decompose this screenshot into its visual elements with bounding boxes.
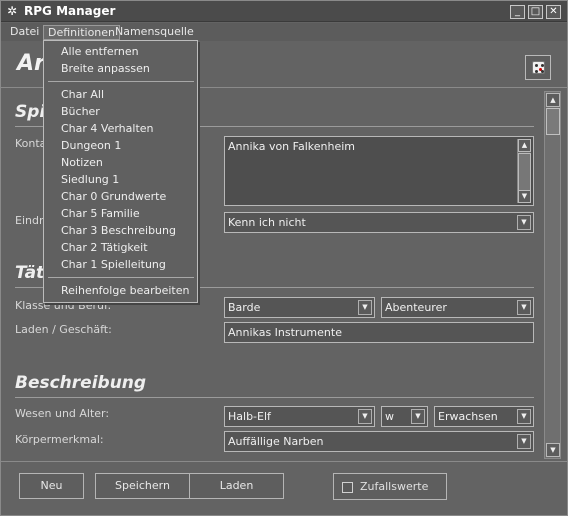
feature-label: Körpermerkmal: bbox=[15, 433, 104, 446]
feature-select[interactable]: Auffällige Narben ▼ bbox=[224, 431, 534, 452]
impression-value: Kenn ich nicht bbox=[228, 216, 306, 229]
menu-bar: Datei Definitionen Namensquelle bbox=[1, 23, 567, 41]
menu-namensquelle[interactable]: Namensquelle bbox=[111, 25, 198, 40]
maximize-button[interactable]: □ bbox=[528, 5, 543, 19]
contact-label: Konta bbox=[15, 137, 47, 150]
gender-select[interactable]: w ▼ bbox=[381, 406, 428, 427]
app-window: ✲ RPG Manager _ □ ✕ Datei Definitionen N… bbox=[0, 0, 568, 516]
section-rule bbox=[15, 397, 534, 398]
contact-textarea[interactable]: Annika von Falkenheim ▲ ▼ bbox=[224, 136, 534, 206]
menu-item-buecher[interactable]: Bücher bbox=[61, 105, 100, 118]
random-values-checkbox[interactable] bbox=[342, 482, 353, 493]
race-value: Halb-Elf bbox=[228, 410, 271, 423]
menu-item-char4[interactable]: Char 4 Verhalten bbox=[61, 122, 154, 135]
menu-separator bbox=[48, 81, 194, 82]
section-title-beschreibung: Beschreibung bbox=[15, 373, 147, 393]
shop-input[interactable]: Annikas Instrumente bbox=[224, 322, 534, 343]
section-title-spielleitung: Spi bbox=[15, 102, 46, 122]
menu-item-breite-anpassen[interactable]: Breite anpassen bbox=[61, 62, 150, 75]
class-select[interactable]: Barde ▼ bbox=[224, 297, 375, 318]
random-values-toggle[interactable]: Zufallswerte bbox=[333, 473, 447, 500]
new-button[interactable]: Neu bbox=[19, 473, 84, 499]
minimize-button[interactable]: _ bbox=[510, 5, 525, 19]
scroll-up-icon[interactable]: ▲ bbox=[546, 93, 560, 107]
window-title: RPG Manager bbox=[24, 4, 116, 18]
class-value: Barde bbox=[228, 301, 261, 314]
title-bar[interactable]: ✲ RPG Manager _ □ ✕ bbox=[1, 1, 567, 22]
dice-icon bbox=[532, 61, 545, 74]
profession-select[interactable]: Abenteurer ▼ bbox=[381, 297, 534, 318]
menu-separator bbox=[48, 277, 194, 278]
menu-item-reihenfolge[interactable]: Reihenfolge bearbeiten bbox=[61, 284, 189, 297]
footer-divider bbox=[1, 461, 567, 462]
main-scrollbar[interactable]: ▲ ▼ bbox=[544, 91, 561, 459]
contact-scrollbar[interactable]: ▲ ▼ bbox=[517, 139, 531, 203]
menu-item-char1[interactable]: Char 1 Spielleitung bbox=[61, 258, 166, 271]
shop-label: Laden / Geschäft: bbox=[15, 323, 112, 336]
race-select[interactable]: Halb-Elf ▼ bbox=[224, 406, 375, 427]
close-button[interactable]: ✕ bbox=[546, 5, 561, 19]
chevron-down-icon[interactable]: ▼ bbox=[517, 215, 531, 230]
app-logo-icon: ✲ bbox=[7, 4, 18, 18]
scroll-up-icon[interactable]: ▲ bbox=[518, 139, 531, 152]
chevron-down-icon[interactable]: ▼ bbox=[517, 300, 531, 315]
menu-item-char3[interactable]: Char 3 Beschreibung bbox=[61, 224, 176, 237]
menu-item-notizen[interactable]: Notizen bbox=[61, 156, 103, 169]
load-button[interactable]: Laden bbox=[189, 473, 284, 499]
chevron-down-icon[interactable]: ▼ bbox=[411, 409, 425, 424]
feature-value: Auffällige Narben bbox=[228, 435, 324, 448]
contact-value: Annika von Falkenheim bbox=[228, 140, 355, 153]
random-dice-button[interactable] bbox=[525, 55, 551, 80]
chevron-down-icon[interactable]: ▼ bbox=[517, 409, 531, 424]
chevron-down-icon[interactable]: ▼ bbox=[358, 409, 372, 424]
menu-item-char-all[interactable]: Char All bbox=[61, 88, 104, 101]
scroll-down-icon[interactable]: ▼ bbox=[518, 190, 531, 203]
impression-select[interactable]: Kenn ich nicht ▼ bbox=[224, 212, 534, 233]
age-value: Erwachsen bbox=[438, 410, 498, 423]
menu-item-dungeon1[interactable]: Dungeon 1 bbox=[61, 139, 121, 152]
nature-label: Wesen und Alter: bbox=[15, 407, 110, 420]
gender-value: w bbox=[385, 410, 394, 423]
menu-item-char0[interactable]: Char 0 Grundwerte bbox=[61, 190, 166, 203]
page-title: Ar bbox=[17, 51, 45, 76]
definitionen-dropdown: Alle entfernen Breite anpassen Char All … bbox=[43, 40, 198, 303]
save-button[interactable]: Speichern bbox=[95, 473, 190, 499]
menu-item-alle-entfernen[interactable]: Alle entfernen bbox=[61, 45, 139, 58]
scroll-down-icon[interactable]: ▼ bbox=[546, 443, 560, 457]
menu-definitionen[interactable]: Definitionen bbox=[43, 25, 121, 40]
chevron-down-icon[interactable]: ▼ bbox=[358, 300, 372, 315]
profession-value: Abenteurer bbox=[385, 301, 447, 314]
menu-item-char5[interactable]: Char 5 Familie bbox=[61, 207, 140, 220]
menu-datei[interactable]: Datei bbox=[6, 25, 43, 40]
chevron-down-icon[interactable]: ▼ bbox=[517, 434, 531, 449]
scroll-thumb[interactable] bbox=[546, 108, 560, 135]
menu-item-char2[interactable]: Char 2 Tätigkeit bbox=[61, 241, 148, 254]
menu-item-siedlung1[interactable]: Siedlung 1 bbox=[61, 173, 119, 186]
age-select[interactable]: Erwachsen ▼ bbox=[434, 406, 534, 427]
scroll-thumb[interactable] bbox=[518, 153, 531, 193]
random-values-label: Zufallswerte bbox=[360, 480, 429, 493]
